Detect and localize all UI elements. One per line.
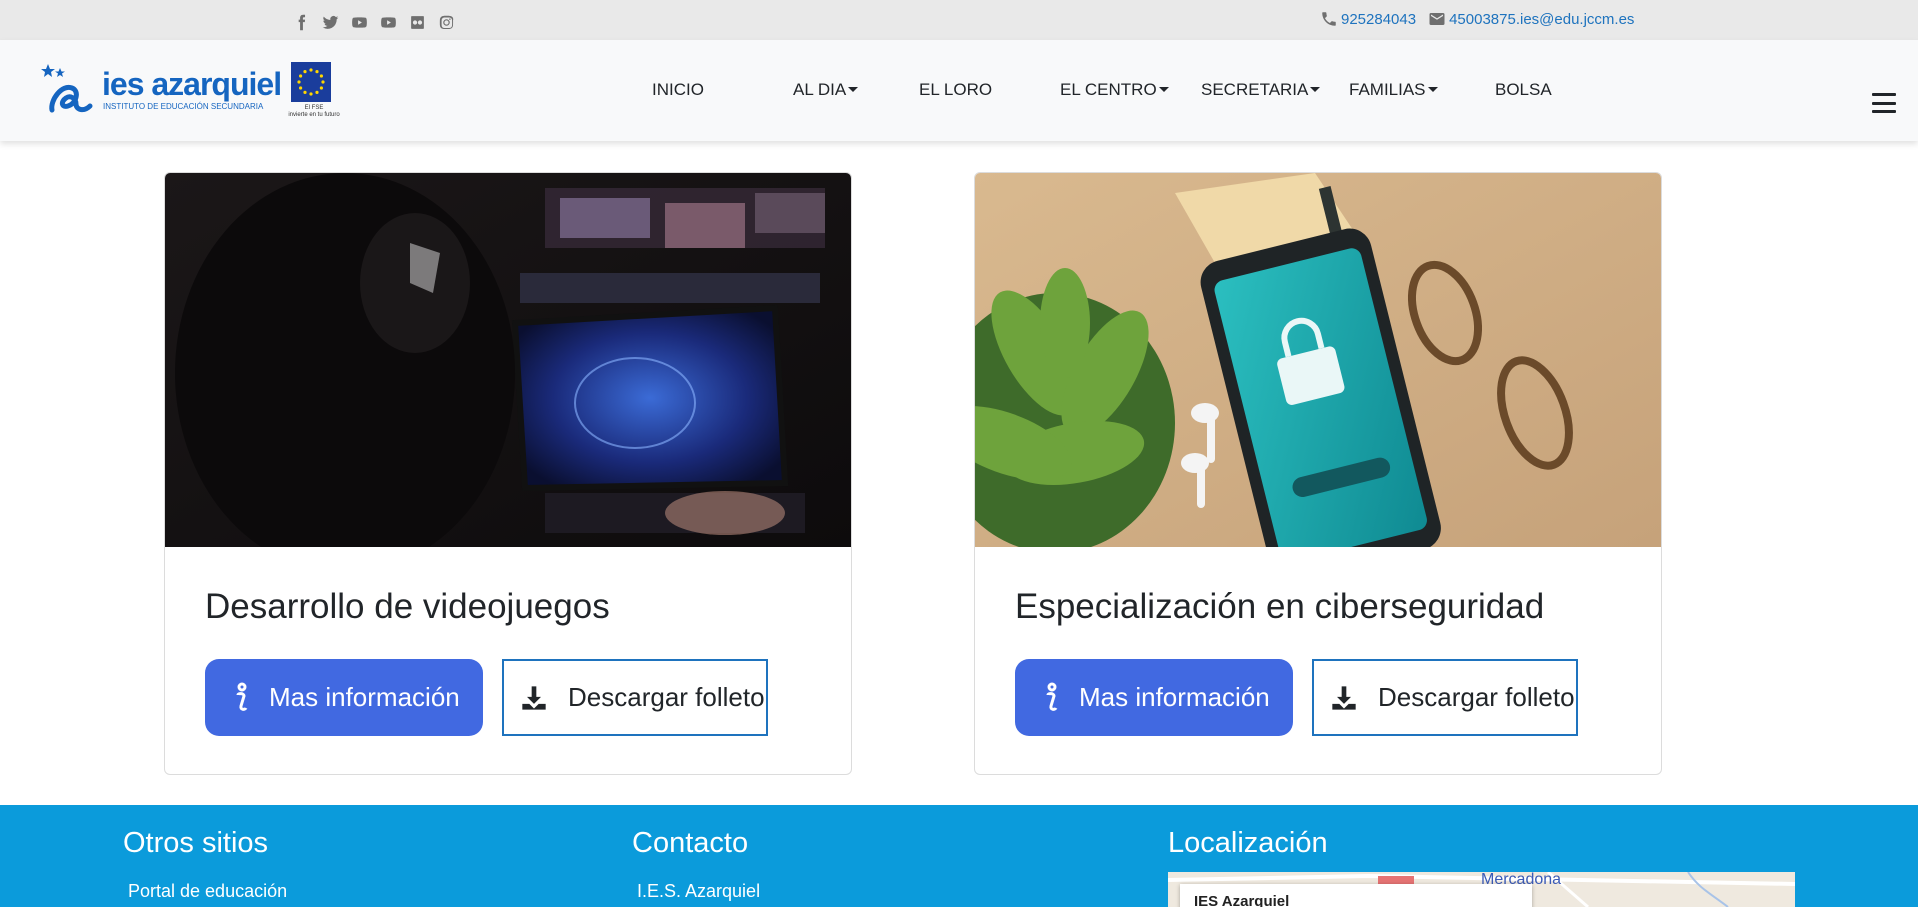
phone-link[interactable]: 925284043	[1320, 10, 1416, 28]
brand-subtitle: INSTITUTO DE EDUCACIÓN SECUNDARIA	[103, 102, 264, 111]
social-links	[292, 13, 456, 32]
nav-bolsa[interactable]: BOLSA	[1495, 80, 1552, 100]
footer-localizacion-title: Localización	[1168, 827, 1328, 859]
caret-down-icon	[1310, 87, 1321, 92]
eu-flag-icon	[291, 62, 331, 102]
nav-el-centro[interactable]: EL CENTRO	[1060, 80, 1169, 100]
nav-familias[interactable]: FAMILIAS	[1349, 80, 1438, 100]
map-info-card: IES Azarquiel	[1180, 884, 1532, 907]
top-bar: 925284043 45003875.ies@edu.jccm.es	[0, 0, 1918, 40]
download-label: Descargar folleto	[1378, 682, 1575, 712]
footer-contact-line: I.E.S. Azarquiel	[637, 881, 761, 901]
nav-inicio[interactable]: INICIO	[652, 80, 704, 100]
more-info-button[interactable]: Mas información	[205, 659, 483, 736]
phone-icon	[1322, 12, 1336, 26]
eu-caption: El FSE invierte en tu futuro	[284, 105, 344, 119]
caret-down-icon	[1427, 87, 1438, 92]
card-title: Desarrollo de videojuegos	[205, 587, 610, 626]
more-info-button[interactable]: Mas información	[1015, 659, 1293, 736]
youtube-icon[interactable]	[350, 13, 369, 32]
twitter-icon[interactable]	[321, 13, 340, 32]
nav-label: AL DIA	[793, 80, 847, 99]
nav-label: SECRETARIA	[1201, 80, 1309, 99]
footer-contacto-title: Contacto	[632, 827, 749, 859]
logo-mark-icon	[41, 64, 93, 113]
download-brochure-button[interactable]: Descargar folleto	[502, 659, 768, 736]
footer-otros-title: Otros sitios	[123, 827, 269, 859]
download-icon	[522, 685, 546, 710]
site-logo[interactable]: ies azarquiel INSTITUTO DE EDUCACIÓN SEC…	[40, 62, 340, 118]
top-contact: 925284043 45003875.ies@edu.jccm.es	[1320, 10, 1634, 28]
nav-label: EL CENTRO	[1060, 80, 1157, 99]
nav-el-loro[interactable]: EL LORO	[919, 80, 992, 100]
facebook-icon[interactable]	[292, 13, 311, 32]
brand-name: ies azarquiel	[102, 66, 282, 102]
nav-secretaria[interactable]: SECRETARIA	[1201, 80, 1321, 100]
nav-label: INICIO	[652, 80, 704, 99]
nav-label: BOLSA	[1495, 80, 1552, 99]
info-icon	[1046, 682, 1058, 711]
footer-link-portal[interactable]: Portal de educación	[128, 881, 287, 902]
email-address: 45003875.ies@edu.jccm.es	[1449, 10, 1635, 28]
info-icon	[236, 682, 248, 711]
download-label: Descargar folleto	[568, 682, 765, 712]
card-image-security	[975, 173, 1661, 547]
youtube-icon[interactable]	[379, 13, 398, 32]
more-info-label: Mas información	[269, 682, 460, 712]
eu-caption-line-2: invierte en tu futuro	[288, 112, 340, 118]
nav-label: FAMILIAS	[1349, 80, 1426, 99]
email-link[interactable]: 45003875.ies@edu.jccm.es	[1428, 10, 1634, 28]
main-navbar: ies azarquiel INSTITUTO DE EDUCACIÓN SEC…	[0, 40, 1918, 141]
eu-caption-line-1: El FSE	[304, 105, 324, 111]
flickr-icon[interactable]	[408, 13, 427, 32]
more-info-label: Mas información	[1079, 682, 1270, 712]
mail-icon	[1429, 13, 1445, 25]
menu-icon[interactable]	[1872, 93, 1896, 113]
download-icon	[1332, 685, 1356, 710]
download-brochure-button[interactable]: Descargar folleto	[1312, 659, 1578, 736]
footer: Otros sitios Portal de educación Contact…	[0, 805, 1918, 907]
location-map[interactable]: Mercadona IES Azarquiel	[1168, 872, 1795, 907]
card-image-gaming	[165, 173, 851, 547]
phone-number: 925284043	[1341, 10, 1417, 28]
nav-al-dia[interactable]: AL DIA	[793, 80, 859, 100]
caret-down-icon	[1158, 87, 1169, 92]
map-place-name: IES Azarquiel	[1194, 893, 1290, 907]
course-card-videojuegos: Desarrollo de videojuegos Mas informació…	[164, 172, 852, 775]
caret-down-icon	[848, 87, 859, 92]
course-card-ciberseguridad: Especialización en ciberseguridad Mas in…	[974, 172, 1662, 775]
nav-label: EL LORO	[919, 80, 993, 99]
card-title: Especialización en ciberseguridad	[1015, 587, 1545, 626]
instagram-icon[interactable]	[437, 13, 456, 32]
